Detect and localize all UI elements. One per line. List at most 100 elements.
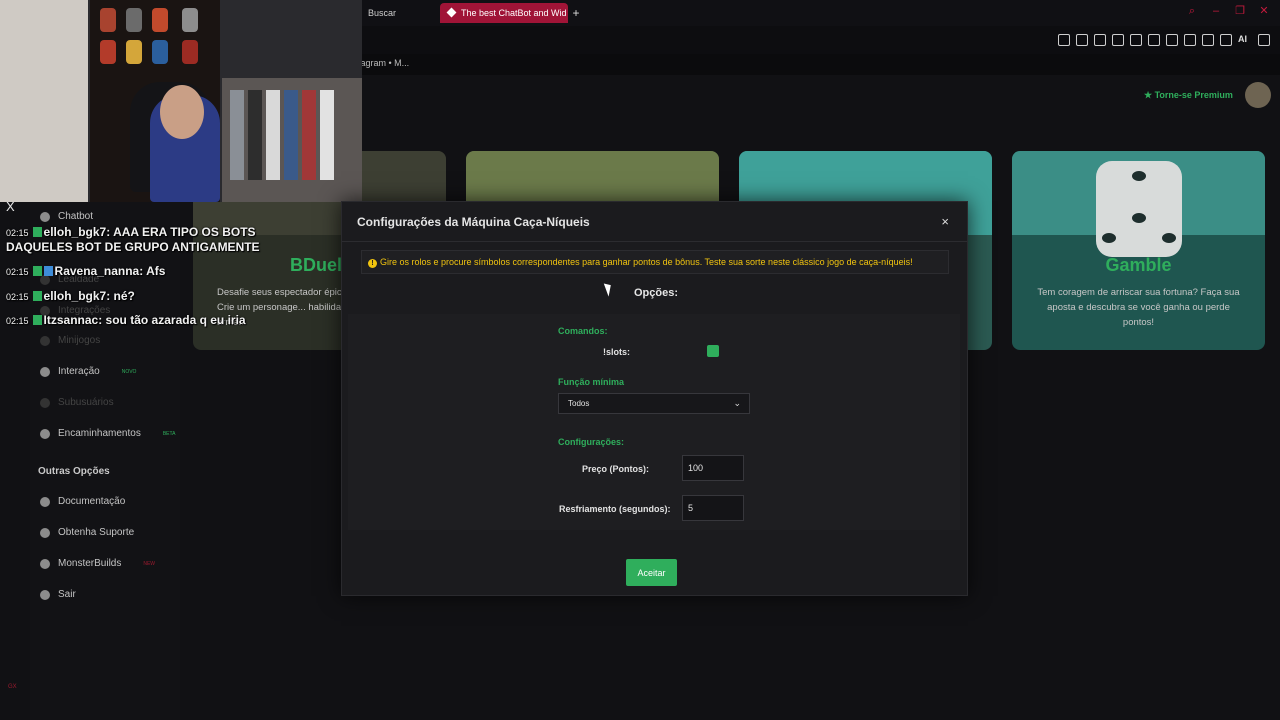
sidebar-item-subusuarios[interactable]: Subusuários	[40, 397, 114, 408]
sidebar: Chatbot Lealdade Integrações Minijogos I…	[30, 200, 180, 720]
minimize-icon[interactable]: –	[1210, 5, 1222, 17]
download-icon[interactable]	[1220, 34, 1232, 46]
command-slots-label: !slots:	[603, 347, 630, 357]
extension-icon[interactable]	[1166, 34, 1178, 46]
zoom-icon[interactable]	[1058, 34, 1070, 46]
play-icon[interactable]	[1130, 34, 1142, 46]
heart-icon[interactable]	[1148, 34, 1160, 46]
group-icon	[40, 428, 50, 439]
chat-message-cont: DAQUELES BOT DE GRUPO ANTIGAMENTE	[6, 240, 260, 254]
chat-message: 02:15 elloh_bgk7: AAA ERA TIPO OS BOTS	[6, 225, 256, 239]
options-panel	[348, 314, 960, 530]
close-window-icon[interactable]: ✕	[1258, 5, 1270, 17]
document-icon	[40, 496, 50, 507]
cooldown-input[interactable]	[682, 495, 744, 521]
min-role-value: Todos	[568, 399, 590, 408]
sidebar-item-encaminhamentos[interactable]: Encaminhamentos BETA	[40, 428, 176, 439]
search-icon[interactable]: ⌕	[1186, 5, 1198, 17]
badge-icon	[32, 291, 42, 301]
overlay-close-icon[interactable]: X	[6, 200, 20, 214]
browser-toolbar: AI	[360, 26, 1280, 54]
sidebar-item-label: Encaminhamentos	[58, 428, 141, 439]
tab-search[interactable]: Buscar	[360, 3, 430, 23]
sidebar-item-label: Interação	[58, 366, 100, 377]
logout-icon	[40, 589, 50, 600]
menu-icon[interactable]	[1258, 34, 1270, 46]
chat-text: : Afs	[139, 264, 166, 278]
chat-time: 02:15	[6, 228, 29, 238]
sidebar-item-documentacao[interactable]: Documentação	[40, 496, 125, 507]
bookmark-item[interactable]: tagram • M...	[358, 58, 409, 68]
puzzle-icon[interactable]	[1184, 34, 1196, 46]
sidebar-item-suporte[interactable]: Obtenha Suporte	[40, 527, 134, 538]
chat-user: elloh_bgk7	[43, 225, 107, 239]
price-input[interactable]	[682, 455, 744, 481]
sidebar-item-label: Subusuários	[58, 397, 114, 408]
ai-button[interactable]: AI	[1238, 34, 1252, 46]
sidebar-item-label: Obtenha Suporte	[58, 527, 135, 538]
sidebar-heading-outras-opcoes: Outras Opções	[38, 466, 110, 477]
chat-user: Itzsannac	[43, 313, 99, 327]
options-title: Opções:	[634, 287, 679, 299]
slot-machine-settings-modal: Configurações da Máquina Caça-Níqueis × …	[341, 201, 968, 596]
sidebar-item-sair[interactable]: Sair	[40, 589, 76, 600]
dice-icon	[1096, 161, 1182, 257]
profile-icon[interactable]	[1202, 34, 1214, 46]
close-icon[interactable]: ×	[941, 214, 949, 229]
warning-icon: !	[368, 259, 377, 268]
webcam-wardrobe	[222, 78, 362, 202]
chat-message: 02:15 Itzsannac: sou tão azarada q eu iri…	[6, 313, 246, 327]
beta-badge: BETA	[162, 430, 176, 437]
sidebar-item-monsterbuilds[interactable]: MonsterBuilds NEW	[40, 558, 155, 569]
restore-icon[interactable]: ❐	[1234, 5, 1246, 17]
tab-label: The best ChatBot and Wid	[461, 8, 567, 18]
min-role-label: Função mínima	[558, 377, 625, 387]
sidebar-item-label: Chatbot	[58, 211, 94, 222]
premium-link[interactable]: ★ Torne-se Premium	[1144, 90, 1233, 101]
screenshot-icon[interactable]	[1094, 34, 1106, 46]
monitor-icon	[40, 558, 50, 569]
chat-text: : AAA ERA TIPO OS BOTS	[106, 225, 256, 239]
badge-icon	[32, 227, 42, 237]
chat-user: Ravena_nanna	[54, 264, 140, 278]
chat-text: : sou tão azarada q eu iria	[98, 313, 246, 327]
info-alert: ! Gire os rolos e procure símbolos corres…	[361, 250, 949, 274]
slots-command-toggle[interactable]	[707, 345, 719, 357]
sidebar-item-label: Minijogos	[58, 335, 101, 346]
shield-icon[interactable]	[1112, 34, 1124, 46]
minigame-card-gamble[interactable]: Gamble Tem coragem de arriscar sua fortu…	[1012, 151, 1265, 350]
new-tab-button[interactable]: +	[568, 3, 584, 23]
chat-time: 02:15	[6, 316, 29, 326]
chat-text: DAQUELES BOT DE GRUPO ANTIGAMENTE	[6, 240, 260, 254]
modal-header: Configurações da Máquina Caça-Níqueis ×	[342, 202, 967, 242]
webcam-overlay	[0, 0, 362, 202]
badge-icon	[32, 266, 42, 276]
chat-text: : né?	[106, 289, 135, 303]
webcam-door	[0, 0, 88, 202]
bookmark-icon[interactable]	[1076, 34, 1088, 46]
accept-button[interactable]: Aceitar	[626, 559, 677, 586]
min-role-select[interactable]: Todos ⌄	[558, 393, 750, 414]
tab-botrix[interactable]: The best ChatBot and Wid	[440, 3, 568, 23]
commands-label: Comandos:	[558, 326, 608, 336]
webcam-head	[160, 85, 204, 139]
new-badge: NEW	[143, 560, 156, 567]
chat-time: 02:15	[6, 267, 29, 277]
chat-message: 02:15 elloh_bgk7: né?	[6, 289, 135, 303]
sidebar-item-label: MonsterBuilds	[58, 558, 122, 569]
window-controls: ⌕ – ❐ ✕	[1186, 5, 1270, 17]
sidebar-item-interacao[interactable]: Interação NOVO	[40, 366, 136, 377]
settings-label: Configurações:	[558, 437, 625, 447]
sidebar-item-minijogos[interactable]: Minijogos	[40, 335, 100, 346]
card-title: Gamble	[1105, 255, 1172, 275]
sidebar-item-label: Sair	[58, 589, 76, 600]
music-icon	[40, 366, 50, 377]
alert-text: Gire os rolos e procure símbolos corresp…	[380, 257, 913, 267]
modal-title: Configurações da Máquina Caça-Níqueis	[357, 215, 590, 229]
new-badge: NOVO	[121, 368, 137, 375]
premium-label: Torne-se Premium	[1154, 90, 1233, 100]
avatar[interactable]	[1245, 82, 1271, 108]
sidebar-item-chatbot[interactable]: Chatbot	[40, 211, 93, 222]
robot-icon	[40, 211, 50, 222]
support-icon	[40, 527, 50, 538]
